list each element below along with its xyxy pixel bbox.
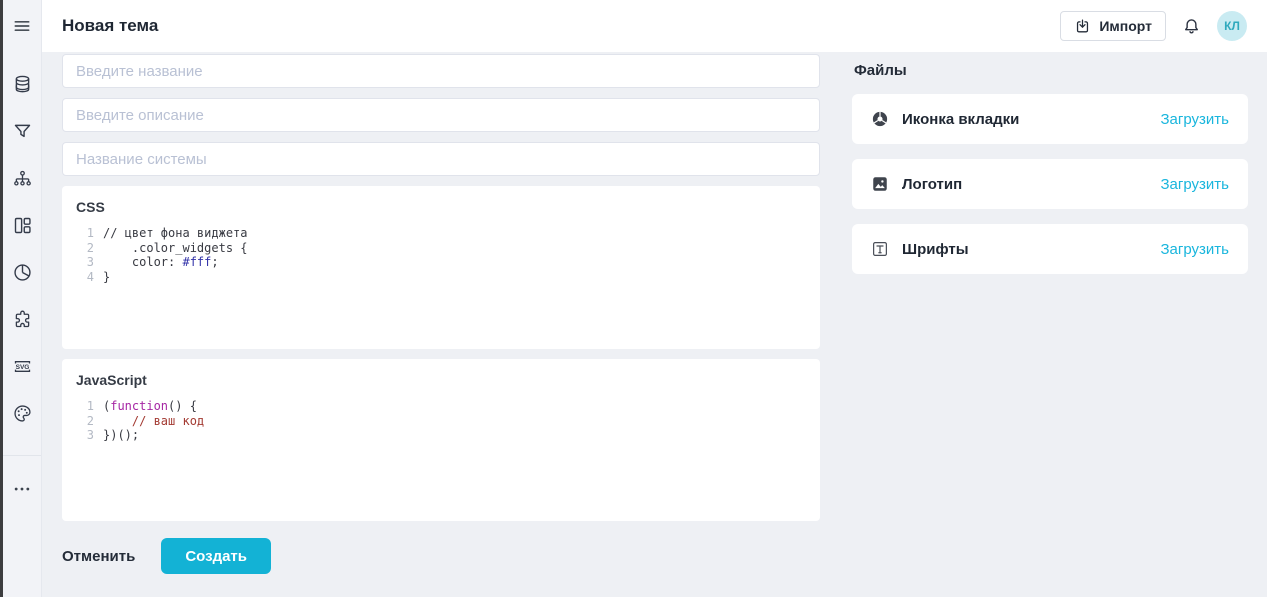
js-code-editor[interactable]: 1(function() {2 // ваш код3})(); [76, 399, 806, 443]
puzzle-icon[interactable] [10, 307, 34, 331]
header-actions: Импорт КЛ [1060, 11, 1247, 41]
theme-description-input[interactable] [62, 98, 820, 132]
theme-form: CSS 1// цвет фона виджета2 .color_widget… [62, 54, 820, 574]
user-avatar[interactable]: КЛ [1217, 11, 1247, 41]
file-card-label: Шрифты [902, 241, 969, 258]
palette-icon[interactable] [10, 401, 34, 425]
files-section: Файлы Иконка вкладки Загрузить Ло [852, 52, 1248, 274]
database-icon[interactable] [10, 72, 34, 96]
pie-chart-icon[interactable] [10, 260, 34, 284]
sitemap-icon[interactable] [10, 166, 34, 190]
system-name-input[interactable] [62, 142, 820, 176]
import-button[interactable]: Импорт [1060, 11, 1166, 41]
create-button[interactable]: Создать [161, 538, 271, 574]
browser-tab-icon [871, 110, 889, 128]
css-editor-title: CSS [76, 199, 806, 215]
page-header: Новая тема Импорт КЛ [42, 0, 1267, 52]
more-icon[interactable] [10, 477, 34, 501]
sidebar-divider [3, 455, 41, 456]
layout-icon[interactable] [10, 213, 34, 237]
import-button-label: Импорт [1099, 18, 1152, 34]
svg-file-icon[interactable]: SVG [10, 354, 34, 378]
file-card-label: Логотип [902, 176, 962, 193]
file-card-tab-icon: Иконка вкладки Загрузить [852, 94, 1248, 144]
import-icon [1074, 18, 1091, 35]
filter-icon[interactable] [10, 119, 34, 143]
svg-icon-label: SVG [15, 364, 29, 371]
files-section-title: Файлы [854, 62, 1248, 79]
page-title: Новая тема [62, 16, 158, 36]
notifications-bell-icon[interactable] [1181, 16, 1202, 37]
upload-logo-link[interactable]: Загрузить [1161, 176, 1230, 193]
theme-name-input[interactable] [62, 54, 820, 88]
cancel-button[interactable]: Отменить [62, 548, 135, 565]
font-icon [871, 240, 889, 258]
file-card-fonts: Шрифты Загрузить [852, 224, 1248, 274]
sidebar: SVG [3, 0, 42, 597]
js-editor-panel: JavaScript 1(function() {2 // ваш код3})… [62, 359, 820, 521]
window-edge [0, 0, 3, 597]
file-card-label: Иконка вкладки [902, 111, 1019, 128]
form-actions: Отменить Создать [62, 538, 820, 574]
image-icon [871, 175, 889, 193]
js-editor-title: JavaScript [76, 372, 806, 388]
menu-icon[interactable] [10, 14, 34, 38]
upload-fonts-link[interactable]: Загрузить [1161, 241, 1230, 258]
css-editor-panel: CSS 1// цвет фона виджета2 .color_widget… [62, 186, 820, 349]
upload-tab-icon-link[interactable]: Загрузить [1161, 111, 1230, 128]
file-card-logo: Логотип Загрузить [852, 159, 1248, 209]
css-code-editor[interactable]: 1// цвет фона виджета2 .color_widgets {3… [76, 226, 806, 284]
